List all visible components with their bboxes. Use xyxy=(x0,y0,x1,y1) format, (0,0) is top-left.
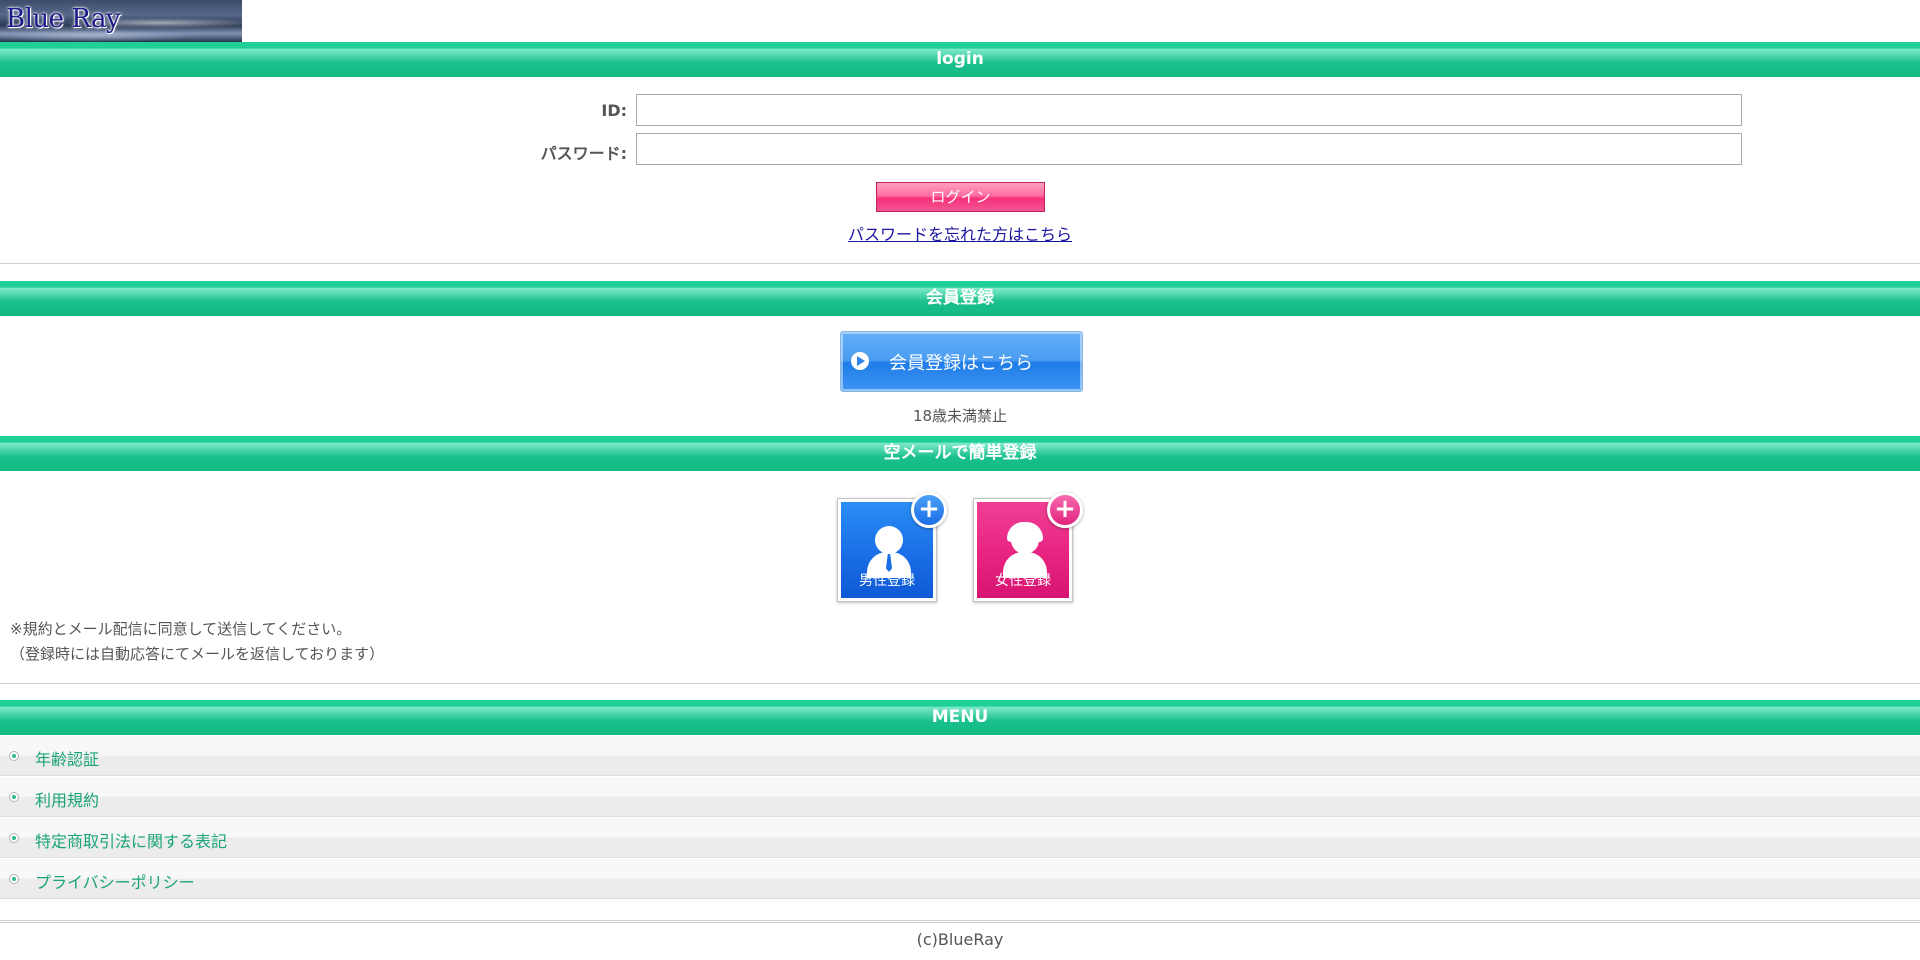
site-logo[interactable]: Blue Ray xyxy=(0,0,242,42)
radio-bullet-icon xyxy=(9,751,19,761)
menu-item-age-verification[interactable]: 年齢認証 xyxy=(0,736,1920,776)
register-section-header: 会員登録 xyxy=(0,281,1920,316)
password-label: パスワード: xyxy=(540,144,627,163)
footer-copyright: (c)BlueRay xyxy=(916,930,1004,949)
email-register-note: ※規約とメール配信に同意して送信してください。 xyxy=(10,620,352,638)
email-register-section-header: 空メールで簡単登録 xyxy=(0,436,1920,471)
divider xyxy=(0,263,1920,264)
male-person-icon xyxy=(875,526,903,554)
password-input[interactable] xyxy=(636,133,1742,165)
menu-item-label: プライバシーポリシー xyxy=(35,873,195,892)
footer-divider xyxy=(0,920,1920,923)
radio-bullet-icon xyxy=(9,874,19,884)
register-button-label: 会員登録はこちら xyxy=(889,353,1033,374)
radio-bullet-icon xyxy=(9,792,19,802)
female-person-icon xyxy=(1011,526,1039,554)
menu-item-commercial-law[interactable]: 特定商取引法に関する表記 xyxy=(0,818,1920,858)
menu-item-terms[interactable]: 利用規約 xyxy=(0,777,1920,817)
menu-item-label: 利用規約 xyxy=(35,791,100,810)
age-notice: 18歳未満禁止 xyxy=(912,407,1008,425)
id-label: ID: xyxy=(601,101,627,120)
play-circle-icon xyxy=(851,352,869,370)
menu-item-label: 特定商取引法に関する表記 xyxy=(35,832,228,851)
female-register-label: 女性登録 xyxy=(995,573,1051,589)
menu-section-header: MENU xyxy=(0,700,1920,735)
login-button[interactable]: ログイン xyxy=(876,182,1045,212)
menu-item-label: 年齢認証 xyxy=(35,750,100,769)
plus-circle-icon: + xyxy=(911,492,947,528)
radio-bullet-icon xyxy=(9,833,19,843)
login-section-header: login xyxy=(0,42,1920,77)
id-input[interactable] xyxy=(636,94,1742,126)
menu-item-privacy-policy[interactable]: プライバシーポリシー xyxy=(0,859,1920,899)
divider xyxy=(0,683,1920,684)
logo-text: Blue Ray xyxy=(6,4,121,34)
register-button[interactable]: 会員登録はこちら xyxy=(840,331,1083,392)
forgot-password-link[interactable]: パスワードを忘れた方はこちら xyxy=(848,221,1072,245)
plus-circle-icon: + xyxy=(1047,492,1083,528)
male-register-label: 男性登録 xyxy=(859,573,915,589)
email-register-note-sub: （登録時には自動応答にてメールを返信しております） xyxy=(10,645,385,663)
